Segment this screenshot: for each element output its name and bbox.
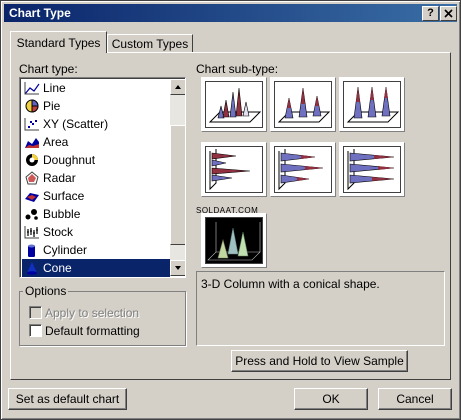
window-title: Chart Type xyxy=(9,6,71,20)
list-item-line[interactable]: Line xyxy=(22,79,170,97)
chart-subtype-label: Chart sub-type: xyxy=(196,62,279,76)
list-item-bubble[interactable]: Bubble xyxy=(22,205,170,223)
ok-button[interactable]: OK xyxy=(294,388,368,410)
cancel-button[interactable]: Cancel xyxy=(378,388,452,410)
subtype-clustered-cone-column[interactable] xyxy=(201,77,267,132)
stacked-cone-bar-icon xyxy=(278,149,324,191)
stacked-cone-column-icon xyxy=(277,87,331,123)
list-item-xy-scatter[interactable]: XY (Scatter) xyxy=(22,115,170,133)
list-item-label: Line xyxy=(43,81,66,95)
tab-standard-types[interactable]: Standard Types xyxy=(10,31,107,53)
chart-type-scrollbar[interactable] xyxy=(170,79,185,276)
3d-cone-column-icon xyxy=(207,222,261,261)
apply-to-selection-checkbox[interactable] xyxy=(29,306,42,319)
percent-stacked-cone-column-icon xyxy=(346,86,400,123)
view-sample-button[interactable]: Press and Hold to View Sample xyxy=(231,350,408,372)
list-item-label: Doughnut xyxy=(43,153,96,167)
list-item-label: Pie xyxy=(43,99,61,113)
list-item-doughnut[interactable]: Doughnut xyxy=(22,151,170,169)
list-item-label: Radar xyxy=(43,171,76,185)
cylinder-chart-icon xyxy=(28,244,35,257)
list-item-label: Stock xyxy=(43,225,74,239)
close-button[interactable] xyxy=(440,6,457,21)
line-chart-icon xyxy=(24,82,40,95)
subtype-3d-cone-column[interactable] xyxy=(201,213,267,268)
subtype-100-stacked-cone-column[interactable] xyxy=(339,77,405,132)
subtype-clustered-cone-bar[interactable] xyxy=(201,142,267,197)
scroll-thumb[interactable] xyxy=(170,125,185,245)
pie-chart-icon xyxy=(25,99,39,113)
surface-chart-icon xyxy=(25,193,39,202)
scroll-down-button[interactable] xyxy=(170,260,185,276)
area-chart-icon xyxy=(25,138,39,148)
list-item-label: Surface xyxy=(43,189,85,203)
arrow-up-icon xyxy=(175,85,181,89)
percent-stacked-cone-bar-icon xyxy=(347,149,395,191)
subtype-stacked-cone-bar[interactable] xyxy=(270,142,336,197)
list-item-label: Area xyxy=(43,135,69,149)
list-item-cylinder[interactable]: Cylinder xyxy=(22,241,170,259)
subtype-description-box: 3-D Column with a conical shape. xyxy=(196,271,445,346)
chart-type-listbox[interactable]: Line Pie XY (Scatter) Area Doughnut Rada… xyxy=(19,77,186,278)
list-item-cone[interactable]: Cone xyxy=(22,259,170,277)
stock-chart-icon xyxy=(24,226,39,239)
list-item-label: Cylinder xyxy=(43,243,88,257)
scroll-up-button[interactable] xyxy=(170,79,185,95)
subtype-description: 3-D Column with a conical shape. xyxy=(201,277,380,291)
bubble-chart-icon xyxy=(25,209,38,220)
chart-type-dialog: Chart Type ? Standard Types Custom Types… xyxy=(0,0,461,420)
subtype-100-stacked-cone-bar[interactable] xyxy=(339,142,405,197)
scatter-chart-icon xyxy=(24,118,39,131)
title-bar: Chart Type ? xyxy=(4,4,457,22)
tab-custom-types-label: Custom Types xyxy=(111,37,189,51)
arrow-down-icon xyxy=(175,266,181,270)
default-formatting-checkbox[interactable] xyxy=(29,324,42,337)
list-item-radar[interactable]: Radar xyxy=(22,169,170,187)
list-item-area[interactable]: Area xyxy=(22,133,170,151)
set-default-chart-button[interactable]: Set as default chart xyxy=(8,388,127,410)
radar-chart-icon xyxy=(25,171,39,185)
list-item-stock[interactable]: Stock xyxy=(22,223,170,241)
tab-standard-types-label: Standard Types xyxy=(16,36,101,50)
list-item-label: Cone xyxy=(43,261,72,275)
chart-type-label: Chart type: xyxy=(19,62,78,76)
close-icon xyxy=(444,9,453,18)
options-group-label: Options xyxy=(23,284,69,298)
subtype-stacked-cone-column[interactable] xyxy=(270,77,336,132)
help-button[interactable]: ? xyxy=(422,6,439,21)
list-item-label: XY (Scatter) xyxy=(43,117,109,131)
list-item-label: Bubble xyxy=(43,207,81,221)
list-item-surface[interactable]: Surface xyxy=(22,187,170,205)
cone-chart-icon xyxy=(27,262,37,275)
apply-to-selection-label: Apply to selection xyxy=(45,306,140,320)
default-formatting-label: Default formatting xyxy=(45,324,140,338)
clustered-cone-bar-icon xyxy=(209,149,251,191)
list-item-pie[interactable]: Pie xyxy=(22,97,170,115)
clustered-cone-column-icon xyxy=(208,87,262,123)
doughnut-chart-icon xyxy=(26,154,38,166)
tab-custom-types[interactable]: Custom Types xyxy=(107,34,193,53)
